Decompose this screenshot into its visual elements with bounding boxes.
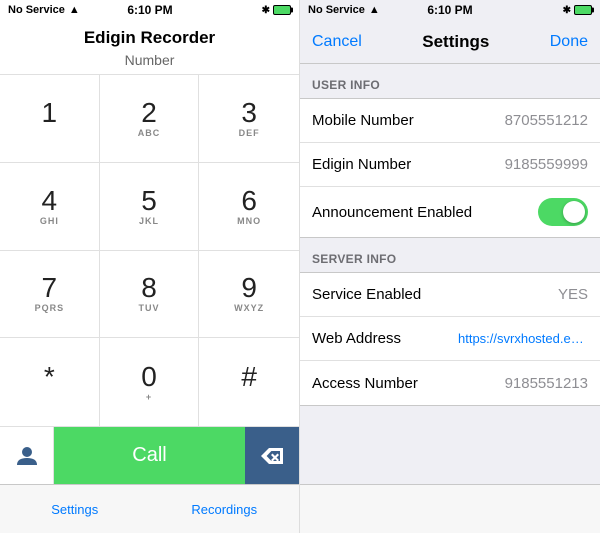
dial-key-2[interactable]: 2 ABC <box>100 75 200 163</box>
dial-key-7[interactable]: 7 PQRS <box>0 251 100 339</box>
time-left: 6:10 PM <box>127 3 172 17</box>
person-icon <box>14 443 40 469</box>
dial-digit-4: 4 <box>42 187 58 215</box>
access-number-label: Access Number <box>312 375 418 392</box>
edigin-number-value: 9185559999 <box>505 156 588 173</box>
done-button[interactable]: Done <box>550 33 588 51</box>
battery-icon-right <box>574 5 592 15</box>
access-number-value: 9185551213 <box>505 375 588 392</box>
dial-key-0[interactable]: 0 + <box>100 338 200 426</box>
service-enabled-label: Service Enabled <box>312 286 421 303</box>
dial-letters-3: DEF <box>239 128 260 138</box>
dial-digit-hash: # <box>241 363 257 391</box>
dial-letters-2: ABC <box>138 128 161 138</box>
tab-settings[interactable]: Settings <box>0 485 150 533</box>
section-header-server: SERVER INFO <box>300 238 600 272</box>
left-panel: No Service ▲ 6:10 PM ✱ Edigin Recorder N… <box>0 0 300 533</box>
call-label: Call <box>132 444 166 467</box>
announcement-toggle[interactable] <box>538 198 588 226</box>
no-service-label-left: No Service <box>8 4 65 16</box>
bluetooth-icon-left: ✱ <box>262 5 270 16</box>
edigin-number-label: Edigin Number <box>312 156 411 173</box>
dial-letters-5: JKL <box>139 216 159 226</box>
dial-letters-7: PQRS <box>35 303 65 313</box>
dial-letters-star <box>48 392 52 402</box>
dial-key-5[interactable]: 5 JKL <box>100 163 200 251</box>
dial-letters-8: TUV <box>138 303 159 313</box>
dial-letters-4: GHI <box>40 216 59 226</box>
dial-digit-5: 5 <box>141 187 157 215</box>
dial-key-star[interactable]: * <box>0 338 100 426</box>
settings-nav: Cancel Settings Done <box>300 20 600 64</box>
dial-digit-6: 6 <box>241 187 257 215</box>
right-panel: No Service ▲ 6:10 PM ✱ Cancel Settings D… <box>300 0 600 533</box>
dial-digit-9: 9 <box>241 274 257 302</box>
announcement-enabled-label: Announcement Enabled <box>312 204 472 221</box>
user-info-group: Mobile Number 8705551212 Edigin Number 9… <box>300 98 600 238</box>
dial-key-3[interactable]: 3 DEF <box>199 75 299 163</box>
wifi-icon-left: ▲ <box>69 4 80 16</box>
web-address-label: Web Address <box>312 330 401 347</box>
battery-icon-left <box>273 5 291 15</box>
right-tab-bar <box>300 484 600 533</box>
contacts-button[interactable] <box>0 427 54 485</box>
dial-digit-1: 1 <box>42 99 58 127</box>
access-number-row: Access Number 9185551213 <box>300 361 600 405</box>
dial-key-9[interactable]: 9 WXYZ <box>199 251 299 339</box>
server-info-group: Service Enabled YES Web Address https://… <box>300 272 600 406</box>
dial-key-hash[interactable]: # <box>199 338 299 426</box>
service-enabled-value: YES <box>558 286 588 303</box>
web-address-value[interactable]: https://svrxhosted.ed... <box>458 331 588 346</box>
app-title: Edigin Recorder <box>0 20 299 52</box>
dial-letters-9: WXYZ <box>234 303 264 313</box>
mobile-number-label: Mobile Number <box>312 112 414 129</box>
dial-digit-7: 7 <box>42 274 58 302</box>
tab-recordings-label: Recordings <box>191 502 257 517</box>
dial-letters-1 <box>48 128 52 138</box>
wifi-icon-right: ▲ <box>369 4 380 16</box>
mobile-number-row: Mobile Number 8705551212 <box>300 99 600 143</box>
call-button[interactable]: Call <box>54 427 245 485</box>
tab-settings-label: Settings <box>51 502 98 517</box>
left-status-left: No Service ▲ <box>8 4 80 16</box>
dial-key-4[interactable]: 4 GHI <box>0 163 100 251</box>
dial-digit-0: 0 <box>141 363 157 391</box>
backspace-icon <box>260 447 284 465</box>
left-status-right: No Service ▲ <box>308 4 380 16</box>
mobile-number-value: 8705551212 <box>505 112 588 129</box>
right-status-left: ✱ <box>262 5 291 16</box>
no-service-label-right: No Service <box>308 4 365 16</box>
dial-letters-0: + <box>146 392 152 402</box>
status-bar-right: No Service ▲ 6:10 PM ✱ <box>300 0 600 20</box>
time-right: 6:10 PM <box>427 3 472 17</box>
bluetooth-icon-right: ✱ <box>563 5 571 16</box>
status-bar-left: No Service ▲ 6:10 PM ✱ <box>0 0 299 20</box>
dial-key-6[interactable]: 6 MNO <box>199 163 299 251</box>
tab-bar-left: Settings Recordings <box>0 484 299 533</box>
dial-letters-hash <box>247 392 251 402</box>
service-enabled-row: Service Enabled YES <box>300 273 600 317</box>
cancel-button[interactable]: Cancel <box>312 33 362 51</box>
web-address-row: Web Address https://svrxhosted.ed... <box>300 317 600 361</box>
dial-key-1[interactable]: 1 <box>0 75 100 163</box>
settings-title: Settings <box>422 32 489 52</box>
dial-digit-star: * <box>44 363 55 391</box>
bottom-bar: Call <box>0 426 299 484</box>
dial-digit-2: 2 <box>141 99 157 127</box>
number-label: Number <box>0 52 299 74</box>
announcement-enabled-row: Announcement Enabled <box>300 187 600 237</box>
edigin-number-row: Edigin Number 9185559999 <box>300 143 600 187</box>
dial-letters-6: MNO <box>237 216 261 226</box>
dial-key-8[interactable]: 8 TUV <box>100 251 200 339</box>
section-header-user: USER INFO <box>300 64 600 98</box>
dial-digit-3: 3 <box>241 99 257 127</box>
dial-digit-8: 8 <box>141 274 157 302</box>
delete-button[interactable] <box>245 427 299 485</box>
tab-recordings[interactable]: Recordings <box>150 485 300 533</box>
right-status-right: ✱ <box>563 5 592 16</box>
settings-content: USER INFO Mobile Number 8705551212 Edigi… <box>300 64 600 484</box>
dialpad: 1 2 ABC 3 DEF 4 GHI 5 JKL 6 MNO 7 PQRS 8 <box>0 74 299 426</box>
